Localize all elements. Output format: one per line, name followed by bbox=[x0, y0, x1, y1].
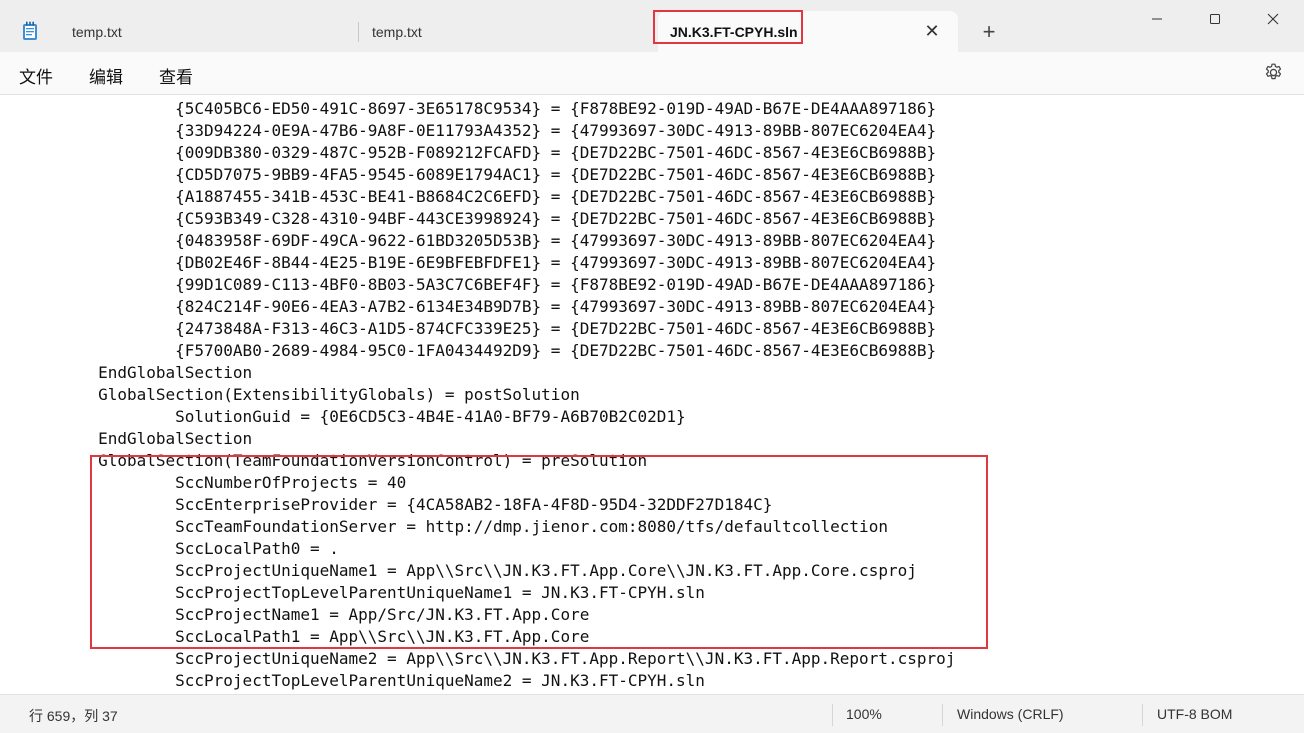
highlight-annotation bbox=[90, 455, 988, 649]
editor-line[interactable]: {0483958F-69DF-49CA-9622-61BD3205D53B} =… bbox=[21, 230, 955, 252]
status-bar: 行 659，列 37 100% Windows (CRLF) UTF-8 BOM bbox=[0, 694, 1304, 733]
editor-line[interactable]: EndGlobalSection bbox=[21, 428, 955, 450]
cursor-position: 行 659，列 37 bbox=[29, 708, 118, 724]
notepad-window: temp.txt temp.txt JN.K3.FT-CPYH.sln ✕ + … bbox=[0, 0, 1304, 733]
close-icon[interactable]: ✕ bbox=[922, 21, 942, 41]
editor-line[interactable]: GlobalSection(ExtensibilityGlobals) = po… bbox=[21, 384, 955, 406]
editor-line[interactable]: SccProjectUniqueName2 = App\\Src\\JN.K3.… bbox=[21, 648, 955, 670]
plus-icon[interactable]: + bbox=[978, 21, 1000, 43]
editor-line[interactable]: {009DB380-0329-487C-952B-F089212FCAFD} =… bbox=[21, 142, 955, 164]
maximize-icon[interactable] bbox=[1186, 0, 1244, 40]
status-divider bbox=[942, 704, 943, 726]
menu-edit[interactable]: 编辑 bbox=[89, 63, 123, 88]
minimize-icon[interactable] bbox=[1128, 0, 1186, 40]
status-divider bbox=[1142, 704, 1143, 726]
editor-line[interactable]: EndGlobalSection bbox=[21, 362, 955, 384]
editor-line[interactable]: {33D94224-0E9A-47B6-9A8F-0E11793A4352} =… bbox=[21, 120, 955, 142]
editor-line[interactable]: SolutionGuid = {0E6CD5C3-4B4E-41A0-BF79-… bbox=[21, 406, 955, 428]
editor-line[interactable]: SccProjectTopLevelParentUniqueName2 = JN… bbox=[21, 670, 955, 692]
title-bar: temp.txt temp.txt JN.K3.FT-CPYH.sln ✕ + bbox=[0, 0, 1304, 52]
zoom-level[interactable]: 100% bbox=[846, 706, 882, 722]
editor-line[interactable]: {DB02E46F-8B44-4E25-B19E-6E9BFEBFDFE1} =… bbox=[21, 252, 955, 274]
tab-label: temp.txt bbox=[372, 24, 422, 40]
editor-line[interactable]: {F5700AB0-2689-4984-95C0-1FA0434492D9} =… bbox=[21, 340, 955, 362]
editor-line[interactable]: {A1887455-341B-453C-BE41-B8684C2C6EFD} =… bbox=[21, 186, 955, 208]
editor-line[interactable]: {CD5D7075-9BB9-4FA5-9545-6089E1794AC1} =… bbox=[21, 164, 955, 186]
tab-label: temp.txt bbox=[72, 24, 122, 40]
encoding[interactable]: UTF-8 BOM bbox=[1157, 706, 1232, 722]
editor-line[interactable]: {99D1C089-C113-4BF0-8B03-5A3C7C6BEF4F} =… bbox=[21, 274, 955, 296]
menu-view[interactable]: 查看 bbox=[159, 63, 193, 88]
tab-highlight-annotation bbox=[653, 10, 803, 44]
gear-icon[interactable] bbox=[1263, 62, 1284, 83]
tab-temp-1[interactable]: temp.txt bbox=[56, 11, 358, 52]
tab-temp-2[interactable]: temp.txt bbox=[360, 11, 658, 52]
menu-bar: 文件 编辑 查看 bbox=[0, 52, 1304, 94]
tab-divider bbox=[358, 22, 359, 42]
text-editor[interactable]: {5C405BC6-ED50-491C-8697-3E65178C9534} =… bbox=[0, 94, 1304, 695]
status-divider bbox=[832, 704, 833, 726]
close-window-icon[interactable] bbox=[1244, 0, 1302, 40]
line-ending[interactable]: Windows (CRLF) bbox=[957, 706, 1064, 722]
editor-line[interactable]: {2473848A-F313-46C3-A1D5-874CFC339E25} =… bbox=[21, 318, 955, 340]
editor-line[interactable]: {C593B349-C328-4310-94BF-443CE3998924} =… bbox=[21, 208, 955, 230]
editor-line[interactable]: {824C214F-90E6-4EA3-A7B2-6134E34B9D7B} =… bbox=[21, 296, 955, 318]
editor-line[interactable]: {5C405BC6-ED50-491C-8697-3E65178C9534} =… bbox=[21, 98, 955, 120]
notepad-icon bbox=[23, 21, 37, 40]
menu-file[interactable]: 文件 bbox=[19, 63, 53, 88]
